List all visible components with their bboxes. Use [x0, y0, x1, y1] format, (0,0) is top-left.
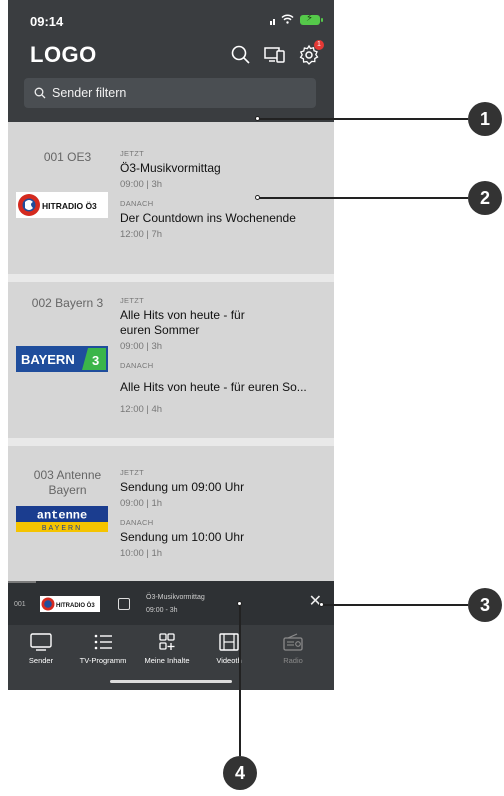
callout-dot-4: [237, 601, 242, 606]
search-icon: [34, 87, 46, 99]
now-label: JETZT: [120, 468, 144, 477]
channel-name: 003 Antenne Bayern: [33, 468, 102, 497]
callout-3: 3: [468, 588, 502, 622]
nav-label: Radio: [283, 656, 303, 665]
stop-button[interactable]: [118, 598, 130, 610]
now-time: 09:00 | 3h: [120, 341, 163, 352]
grid-plus-icon: [159, 633, 175, 650]
nav-item-sender[interactable]: Sender: [8, 633, 74, 665]
bottom-nav: Sender TV-Programm Meine Inhalte Videoth…: [8, 625, 334, 690]
nav-label: Sender: [28, 656, 54, 665]
phone-screen: 09:14 ⚡ LOGO 1 Sender filtern 001 OE3 HI…: [8, 0, 334, 690]
channel-name: 002 Bayern 3: [31, 296, 104, 310]
channel-card-bayern3[interactable]: 002 Bayern 3 BAYERN 3 JETZT Alle Hits vo…: [8, 282, 334, 438]
now-label: JETZT: [120, 296, 144, 305]
program-info: JETZT Ö3-Musikvormittag 09:00 | 3h DANAC…: [120, 149, 328, 240]
callout-1: 1: [468, 102, 502, 136]
signal-icon: [270, 15, 275, 25]
next-time: 12:00 | 7h: [120, 229, 163, 240]
callout-dot-1: [255, 116, 260, 121]
mini-title: Ö3-Musikvormittag: [146, 594, 205, 601]
battery-icon: ⚡: [300, 13, 323, 25]
status-icons: ⚡: [270, 13, 323, 25]
callout-dot-3: [319, 602, 324, 607]
channel-logo-oe3: HITRADIO Ö3: [16, 192, 108, 218]
callout-dot-2: [255, 195, 260, 200]
devices-icon[interactable]: [264, 44, 286, 66]
next-time: 10:00 | 1h: [120, 548, 163, 559]
callout-line-2: [258, 197, 468, 199]
search-input[interactable]: Sender filtern: [24, 78, 316, 108]
list-icon: [94, 634, 112, 650]
home-indicator: [110, 680, 232, 683]
now-time: 09:00 | 3h: [120, 179, 163, 190]
program-info: JETZT Alle Hits von heute - für euren So…: [120, 296, 328, 415]
next-title: Der Countdown ins Wochenende: [120, 211, 296, 225]
now-title: Alle Hits von heute - für euren Sommer: [120, 308, 245, 337]
next-title: Sendung um 10:00 Uhr: [120, 530, 245, 544]
nav-item-radio[interactable]: Radio: [260, 633, 326, 665]
bayern-logo-text: BAYERN: [21, 352, 75, 367]
nav-item-tv-programm[interactable]: TV-Programm: [70, 633, 136, 665]
now-title: Ö3-Musikvormittag: [120, 161, 221, 175]
nav-item-meine-inhalte[interactable]: Meine Inhalte: [134, 633, 200, 665]
callout-line-1: [258, 118, 468, 120]
status-time: 09:14: [30, 14, 64, 29]
header-actions: 1: [230, 40, 324, 66]
channel-logo-bayern3: BAYERN 3: [16, 346, 108, 372]
channel-name: 001 OE3: [43, 150, 92, 164]
mini-player-progress: [8, 581, 36, 583]
antenne-logo-text: antenne: [37, 509, 87, 523]
callout-2: 2: [468, 181, 502, 215]
search-placeholder: Sender filtern: [52, 86, 127, 100]
channel-card-antenne[interactable]: 003 Antenne Bayern antenne BAYERN JETZT …: [8, 446, 334, 581]
nav-label: Meine Inhalte: [144, 656, 190, 665]
now-label: JETZT: [120, 149, 144, 158]
app-header: 09:14 ⚡ LOGO 1 Sender filtern: [8, 0, 334, 122]
now-title: Sendung um 09:00 Uhr: [120, 480, 245, 494]
next-label: DANACH: [120, 199, 154, 208]
next-time: 12:00 | 4h: [120, 404, 163, 415]
callout-4: 4: [223, 756, 257, 790]
callout-line-4: [239, 604, 241, 756]
notification-badge: 1: [314, 40, 324, 50]
next-label: DANACH: [120, 518, 154, 527]
search-icon[interactable]: [230, 44, 252, 66]
next-label: DANACH: [120, 361, 154, 370]
film-icon: [219, 633, 239, 651]
nav-label: TV-Programm: [79, 656, 127, 665]
callout-line-3: [322, 604, 468, 606]
nav-label: Videoth: [216, 656, 242, 665]
settings-icon[interactable]: 1: [298, 40, 324, 66]
mini-channel-logo: HITRADIO Ö3: [40, 596, 100, 612]
mini-channel-number: 001: [14, 601, 26, 608]
mini-time: 09:00 - 3h: [146, 607, 178, 614]
tv-icon: [30, 633, 52, 651]
nav-item-videothek[interactable]: Videoth: [196, 633, 262, 665]
next-title: Alle Hits von heute - für euren So...: [120, 380, 307, 394]
now-time: 09:00 | 1h: [120, 498, 163, 509]
wifi-icon: [281, 14, 294, 25]
channel-logo-antenne: antenne BAYERN: [16, 506, 108, 532]
program-info: JETZT Sendung um 09:00 Uhr 09:00 | 1h DA…: [120, 468, 328, 559]
mini-logo-text: HITRADIO Ö3: [56, 602, 95, 609]
antenne-logo-sub: BAYERN: [42, 525, 82, 532]
bayern-logo-badge: 3: [92, 353, 99, 368]
radio-icon: [283, 633, 303, 651]
app-logo: LOGO: [30, 42, 97, 67]
mini-player[interactable]: 001 HITRADIO Ö3 Ö3-Musikvormittag 09:00 …: [8, 581, 334, 625]
oe3-logo-text: HITRADIO Ö3: [42, 201, 97, 211]
